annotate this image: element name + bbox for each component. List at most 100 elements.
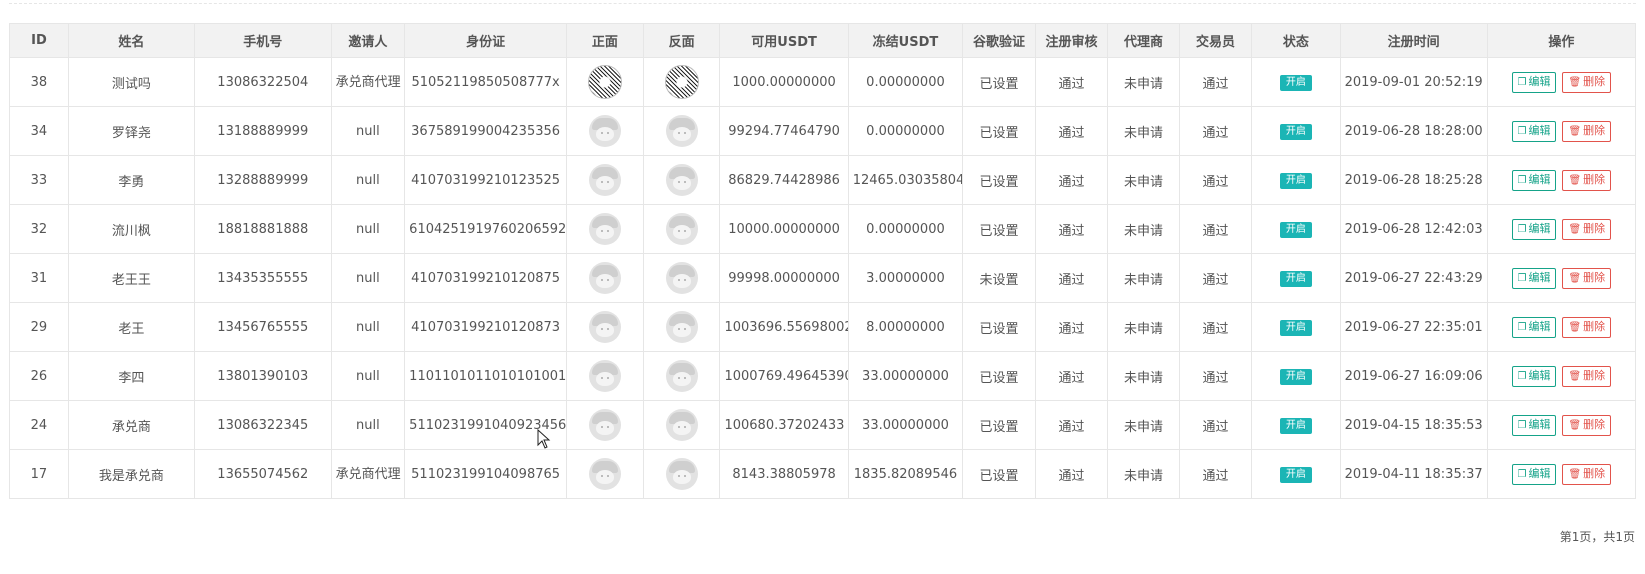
cell-name: 李勇	[67, 155, 195, 205]
id-photo-placeholder-avatar[interactable]	[588, 115, 621, 147]
trash-icon: 🗑	[1568, 125, 1582, 137]
id-photo-placeholder-avatar[interactable]	[588, 458, 621, 490]
cell-id-card: 1101101011010101001	[404, 351, 568, 401]
column-header: 身份证	[404, 23, 568, 58]
column-header: 交易员	[1178, 23, 1253, 58]
id-photo-qr-image[interactable]	[587, 65, 622, 99]
delete-button[interactable]: 🗑 删除	[1562, 267, 1612, 289]
edit-label: 编辑	[1528, 74, 1551, 88]
delete-button[interactable]: 🗑 删除	[1562, 463, 1612, 485]
cell-google-auth: 已设置	[962, 351, 1036, 401]
delete-button[interactable]: 🗑 删除	[1562, 316, 1612, 338]
edit-button[interactable]: ❐ 编辑	[1511, 218, 1557, 240]
cell-usdt-frozen: 12465.03035804	[847, 155, 964, 205]
edit-button[interactable]: ❐ 编辑	[1511, 71, 1557, 93]
table-row: 32 流川枫 18818881888 null 610425191976020659​2…	[9, 204, 1637, 254]
cell-id-back	[642, 302, 721, 352]
delete-label: 删除	[1583, 466, 1606, 480]
id-photo-placeholder-avatar[interactable]	[588, 360, 621, 392]
cell-id: 32	[9, 204, 69, 254]
cell-status: 开启	[1251, 106, 1341, 156]
cell-inviter: null	[330, 204, 406, 254]
id-photo-placeholder-avatar[interactable]	[588, 262, 621, 294]
cell-registration-time: 2019-06-28 18:28:00	[1339, 106, 1488, 156]
cell-actions: ❐ 编辑 🗑 删除	[1486, 302, 1637, 352]
id-photo-placeholder-avatar[interactable]	[665, 262, 698, 294]
id-photo-placeholder-avatar[interactable]	[665, 409, 698, 441]
cell-google-auth: 未设置	[962, 253, 1036, 303]
delete-button[interactable]: 🗑 删除	[1562, 218, 1612, 240]
cell-agent: 未申请	[1107, 155, 1180, 205]
id-photo-placeholder-avatar[interactable]	[588, 409, 621, 441]
id-photo-placeholder-avatar[interactable]	[588, 213, 621, 245]
copy-icon: ❐	[1517, 468, 1527, 480]
table-row: 38 测试吗 13086322504 承兑商代理 51052119850508777x 1…	[9, 57, 1637, 107]
cell-id-card: 610425191976020659​25	[404, 204, 568, 254]
id-photo-placeholder-avatar[interactable]	[665, 115, 698, 147]
cell-status: 开启	[1251, 449, 1341, 499]
cell-agent: 未申请	[1107, 253, 1180, 303]
edit-label: 编辑	[1528, 319, 1551, 333]
trash-icon: 🗑	[1568, 272, 1582, 284]
edit-button[interactable]: ❐ 编辑	[1511, 316, 1557, 338]
cell-registration-time: 2019-04-15 18:35:53	[1339, 400, 1488, 450]
delete-button[interactable]: 🗑 删除	[1562, 169, 1612, 191]
status-badge: 开启	[1279, 74, 1312, 91]
id-photo-qr-image[interactable]	[664, 65, 699, 99]
cell-actions: ❐ 编辑 🗑 删除	[1486, 106, 1637, 156]
edit-label: 编辑	[1528, 270, 1551, 284]
delete-button[interactable]: 🗑 删除	[1562, 71, 1612, 93]
id-photo-placeholder-avatar[interactable]	[665, 164, 698, 196]
cell-actions: ❐ 编辑 🗑 删除	[1486, 204, 1637, 254]
edit-button[interactable]: ❐ 编辑	[1511, 463, 1557, 485]
copy-icon: ❐	[1517, 370, 1527, 382]
cell-registration-time: 2019-06-28 18:25:28	[1339, 155, 1488, 205]
cell-inviter: null	[330, 400, 406, 450]
edit-button[interactable]: ❐ 编辑	[1511, 267, 1557, 289]
id-photo-placeholder-avatar[interactable]	[588, 311, 621, 343]
cell-trader: 通过	[1178, 204, 1253, 254]
cell-actions: ❐ 编辑 🗑 删除	[1486, 155, 1637, 205]
status-badge: 开启	[1279, 466, 1312, 483]
cell-phone: 13655074562	[193, 449, 332, 499]
cell-registration-time: 2019-04-11 18:35:37	[1339, 449, 1488, 499]
id-photo-placeholder-avatar[interactable]	[665, 213, 698, 245]
cell-inviter: 承兑商代理	[330, 57, 406, 107]
id-photo-placeholder-avatar[interactable]	[665, 311, 698, 343]
id-photo-placeholder-avatar[interactable]	[588, 164, 621, 196]
cell-registration-review: 通过	[1034, 57, 1109, 107]
cell-status: 开启	[1251, 204, 1341, 254]
cell-id-back	[642, 253, 721, 303]
cell-id-back	[642, 351, 721, 401]
cell-phone: 13086322345	[193, 400, 332, 450]
user-table: ID 姓名 手机号 邀请人 身份证 正面 反面 可用USDT 冻结USDT 谷歌验证 注册审核 代理商…	[9, 23, 1637, 499]
column-header: 可用USDT	[719, 23, 849, 58]
cell-trader: 通过	[1178, 351, 1253, 401]
cell-name: 老王	[67, 302, 195, 352]
delete-label: 删除	[1583, 417, 1606, 431]
edit-button[interactable]: ❐ 编辑	[1511, 169, 1557, 191]
trash-icon: 🗑	[1568, 76, 1582, 88]
id-photo-placeholder-avatar[interactable]	[665, 360, 698, 392]
cell-usdt-available: 86829.74428986	[719, 155, 849, 205]
cell-phone: 13435355555	[193, 253, 332, 303]
delete-button[interactable]: 🗑 删除	[1562, 365, 1612, 387]
delete-label: 删除	[1583, 74, 1606, 88]
cell-usdt-frozen: 8.00000000	[847, 302, 964, 352]
cell-name: 测试吗	[67, 57, 195, 107]
cell-usdt-frozen: 0.00000000	[847, 106, 964, 156]
edit-button[interactable]: ❐ 编辑	[1511, 414, 1557, 436]
cell-id-front	[566, 449, 644, 499]
delete-button[interactable]: 🗑 删除	[1562, 120, 1612, 142]
cell-registration-review: 通过	[1034, 204, 1109, 254]
id-photo-placeholder-avatar[interactable]	[665, 458, 698, 490]
cell-usdt-frozen: 33.00000000	[847, 400, 964, 450]
delete-button[interactable]: 🗑 删除	[1562, 414, 1612, 436]
cell-id-back	[642, 155, 721, 205]
edit-button[interactable]: ❐ 编辑	[1511, 365, 1557, 387]
edit-label: 编辑	[1528, 123, 1551, 137]
cell-agent: 未申请	[1107, 204, 1180, 254]
cell-actions: ❐ 编辑 🗑 删除	[1486, 57, 1637, 107]
cell-id-card: 511023199104098765	[404, 449, 568, 499]
edit-button[interactable]: ❐ 编辑	[1511, 120, 1557, 142]
